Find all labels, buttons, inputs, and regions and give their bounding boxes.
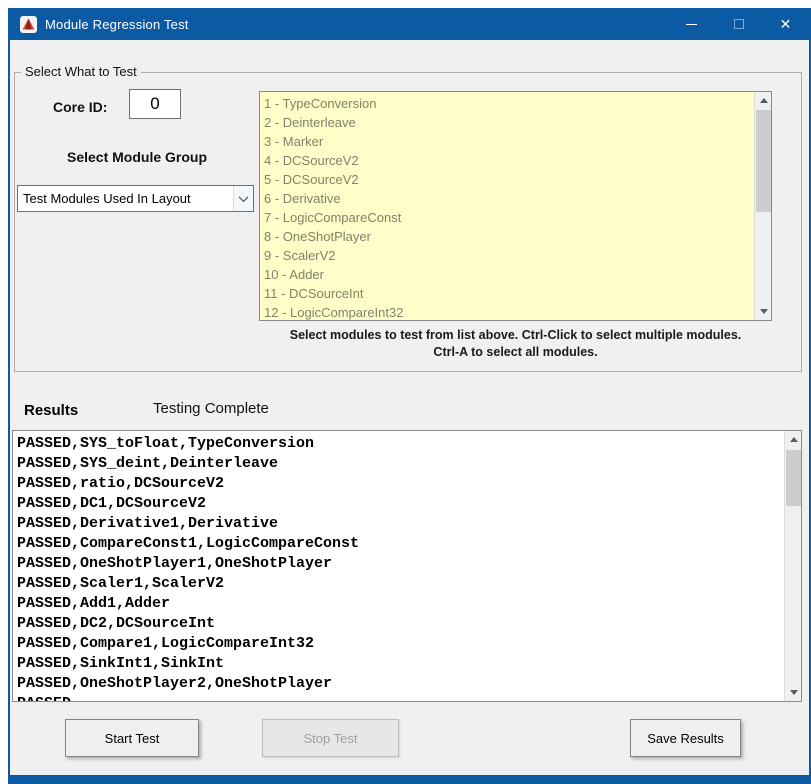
results-scrollbar[interactable]: [784, 431, 801, 701]
testing-status-text: Testing Complete: [153, 400, 269, 417]
result-line[interactable]: PASSED,OneShotPlayer2,OneShotPlayer: [17, 674, 784, 694]
result-line-partial: PASSED,: [17, 694, 784, 701]
modules-scrollbar[interactable]: [754, 92, 771, 320]
maximize-button[interactable]: [715, 8, 762, 40]
scroll-up-icon[interactable]: [785, 431, 802, 448]
result-line[interactable]: PASSED,SYS_toFloat,TypeConversion: [17, 434, 784, 454]
module-list-item[interactable]: 9 - ScalerV2: [264, 246, 754, 265]
result-line[interactable]: PASSED,OneShotPlayer1,OneShotPlayer: [17, 554, 784, 574]
result-line[interactable]: PASSED,SYS_deint,Deinterleave: [17, 454, 784, 474]
modules-help-text: Select modules to test from list above. …: [259, 327, 772, 361]
start-test-button[interactable]: Start Test: [65, 719, 199, 757]
module-list-item[interactable]: 8 - OneShotPlayer: [264, 227, 754, 246]
window-title: Module Regression Test: [45, 17, 189, 32]
results-scrollbar-thumb[interactable]: [786, 450, 801, 506]
result-line[interactable]: PASSED,SinkInt1,SinkInt: [17, 654, 784, 674]
caption-buttons: ✕: [668, 8, 809, 40]
help-line-2: Ctrl-A to select all modules.: [259, 344, 772, 361]
result-line[interactable]: PASSED,Add1,Adder: [17, 594, 784, 614]
scroll-up-icon[interactable]: [755, 92, 772, 109]
core-id-label: Core ID:: [53, 99, 107, 115]
stop-test-button[interactable]: Stop Test: [262, 719, 399, 757]
module-list-item[interactable]: 12 - LogicCompareInt32: [264, 303, 754, 320]
module-list-item[interactable]: 5 - DCSourceV2: [264, 170, 754, 189]
scroll-down-icon[interactable]: [755, 303, 772, 320]
result-line[interactable]: PASSED,DC1,DCSourceV2: [17, 494, 784, 514]
module-list-item[interactable]: 6 - Derivative: [264, 189, 754, 208]
result-line[interactable]: PASSED,ratio,DCSourceV2: [17, 474, 784, 494]
module-list-item[interactable]: 7 - LogicCompareConst: [264, 208, 754, 227]
titlebar[interactable]: Module Regression Test ✕: [10, 8, 809, 40]
module-list-item[interactable]: 3 - Marker: [264, 132, 754, 151]
results-items: PASSED,SYS_toFloat,TypeConversionPASSED,…: [17, 434, 784, 694]
minimize-button[interactable]: [668, 8, 715, 40]
help-line-1: Select modules to test from list above. …: [259, 327, 772, 344]
results-clip: PASSED,SYS_toFloat,TypeConversionPASSED,…: [13, 431, 784, 701]
save-results-button[interactable]: Save Results: [630, 719, 741, 757]
modules-items: 1 - TypeConversion2 - Deinterleave3 - Ma…: [260, 92, 754, 320]
module-group-dropdown[interactable]: Test Modules Used In Layout: [17, 185, 254, 212]
dropdown-arrow-box[interactable]: [233, 186, 253, 211]
results-listbox[interactable]: PASSED,SYS_toFloat,TypeConversionPASSED,…: [12, 430, 802, 702]
window-body: Select What to Test Core ID: 0 Select Mo…: [10, 40, 809, 775]
result-line[interactable]: PASSED,CompareConst1,LogicCompareConst: [17, 534, 784, 554]
maximize-icon: [734, 19, 744, 29]
results-label: Results: [24, 402, 78, 419]
modules-scrollbar-thumb[interactable]: [756, 110, 771, 212]
modules-listbox[interactable]: 1 - TypeConversion2 - Deinterleave3 - Ma…: [259, 91, 772, 321]
module-group-label: Select Module Group: [17, 149, 257, 165]
module-list-item[interactable]: 2 - Deinterleave: [264, 113, 754, 132]
group-label: Select What to Test: [21, 64, 141, 79]
result-line[interactable]: PASSED,DC2,DCSourceInt: [17, 614, 784, 634]
module-regression-test-window: Module Regression Test ✕ Select What to …: [8, 8, 811, 784]
result-line[interactable]: PASSED,Compare1,LogicCompareInt32: [17, 634, 784, 654]
chevron-down-icon: [239, 192, 249, 202]
module-list-item[interactable]: 1 - TypeConversion: [264, 94, 754, 113]
close-button[interactable]: ✕: [762, 8, 809, 40]
core-id-input[interactable]: 0: [129, 89, 181, 119]
result-line[interactable]: PASSED,Derivative1,Derivative: [17, 514, 784, 534]
select-what-to-test-group: Select What to Test Core ID: 0 Select Mo…: [14, 72, 802, 372]
module-group-selected-value: Test Modules Used In Layout: [18, 191, 233, 206]
module-list-item[interactable]: 11 - DCSourceInt: [264, 284, 754, 303]
result-line[interactable]: PASSED,Scaler1,ScalerV2: [17, 574, 784, 594]
minimize-icon: [686, 24, 697, 25]
scroll-down-icon[interactable]: [785, 684, 802, 701]
matlab-icon: [20, 16, 37, 33]
module-list-item[interactable]: 4 - DCSourceV2: [264, 151, 754, 170]
module-list-item[interactable]: 10 - Adder: [264, 265, 754, 284]
